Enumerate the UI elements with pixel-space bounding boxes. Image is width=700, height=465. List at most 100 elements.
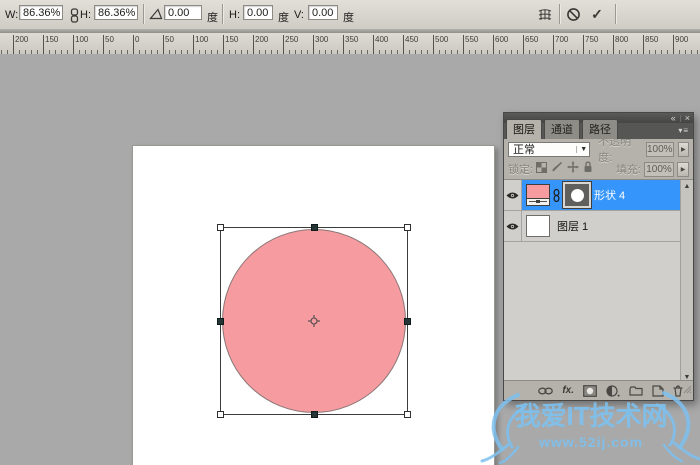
layer-list-scrollbar[interactable]: ▲ ▼	[680, 180, 693, 384]
ruler-tick-label: 200	[255, 35, 268, 44]
ruler-tick-label: 300	[315, 35, 328, 44]
delete-layer-icon[interactable]	[673, 385, 683, 397]
layer-row-layer1[interactable]: 图层 1	[504, 211, 680, 242]
ruler-major-tick	[403, 35, 404, 54]
transform-handle-n[interactable]	[311, 224, 318, 231]
ruler-major-tick	[523, 35, 524, 54]
ruler-major-tick	[463, 35, 464, 54]
ruler-major-tick	[13, 35, 14, 54]
lock-label: 锁定:	[508, 161, 533, 177]
ruler-tick-label: 500	[435, 35, 448, 44]
new-adjustment-layer-icon[interactable]	[606, 385, 620, 397]
tab-layers[interactable]: 图层	[506, 119, 542, 139]
ruler-tick-label: 100	[195, 35, 208, 44]
photoshop-window: W: H: 度 H: 度 V: 度 ✓ 20015010050050100150…	[0, 0, 700, 465]
ruler-major-tick	[313, 35, 314, 54]
separator	[143, 4, 144, 24]
ruler-major-tick	[343, 35, 344, 54]
transform-reference-point[interactable]	[308, 315, 321, 328]
link-layers-icon[interactable]	[538, 387, 553, 395]
h-skew-input[interactable]	[243, 5, 273, 20]
transform-handle-s[interactable]	[311, 411, 318, 418]
warp-mode-icon[interactable]	[536, 6, 554, 22]
dropdown-arrow-icon: ▼	[576, 146, 587, 153]
tab-channels[interactable]: 通道	[544, 119, 580, 139]
transform-handle-se[interactable]	[404, 411, 411, 418]
panel-menu-icon[interactable]: ▾≡	[678, 126, 689, 135]
blend-mode-value: 正常	[513, 141, 535, 157]
ruler-tick-label: 750	[585, 35, 598, 44]
width-input[interactable]	[19, 5, 63, 20]
close-panel-icon[interactable]: ×	[685, 114, 690, 123]
layer-name[interactable]: 图层 1	[557, 218, 588, 234]
horizontal-ruler[interactable]: 2001501005005010015020025030035040045050…	[0, 33, 700, 55]
height-input[interactable]	[94, 5, 138, 20]
transform-handle-sw[interactable]	[217, 411, 224, 418]
visibility-toggle[interactable]	[504, 180, 522, 210]
ruler-tick-label: 600	[495, 35, 508, 44]
collapse-panel-icon[interactable]: «	[671, 114, 676, 123]
ruler-tick-label: 450	[405, 35, 418, 44]
height-label: H:	[80, 9, 91, 21]
layer-thumbnail[interactable]	[526, 215, 550, 237]
tab-paths[interactable]: 路径	[582, 119, 618, 139]
blend-mode-select[interactable]: 正常 ▼	[508, 142, 590, 157]
ruler-tick-label: 800	[615, 35, 628, 44]
fill-layer-thumbnail[interactable]	[526, 184, 550, 206]
v-skew-unit-label: 度	[343, 9, 354, 25]
fill-label: 填充:	[616, 161, 641, 177]
ruler-major-tick	[103, 35, 104, 54]
panel-tab-bar: 图层 通道 路径 ▾≡	[504, 123, 693, 139]
separator	[222, 4, 223, 24]
transform-handle-w[interactable]	[217, 318, 224, 325]
panel-resize-grip[interactable]	[683, 381, 692, 399]
transform-handle-e[interactable]	[404, 318, 411, 325]
ruler-major-tick	[553, 35, 554, 54]
new-group-icon[interactable]	[629, 386, 643, 396]
lock-pixels-icon[interactable]	[551, 160, 563, 178]
eye-icon	[506, 191, 519, 200]
layer-row-shape4[interactable]: 形状 4	[504, 180, 680, 211]
rotate-angle-input[interactable]	[164, 5, 202, 20]
ruler-tick-label: 150	[225, 35, 238, 44]
ruler-major-tick	[133, 35, 134, 54]
h-skew-label: H:	[229, 9, 240, 21]
v-skew-input[interactable]	[308, 5, 338, 20]
lock-all-icon[interactable]	[583, 160, 593, 178]
ruler-major-tick	[643, 35, 644, 54]
ruler-major-tick	[673, 35, 674, 54]
fill-value[interactable]: 100%	[644, 162, 674, 177]
blend-mode-row: 正常 ▼ 不透明度: 100% ▶	[504, 139, 693, 159]
layer-name[interactable]: 形状 4	[594, 187, 625, 203]
cancel-transform-icon[interactable]	[564, 6, 582, 22]
transform-options-bar: W: H: 度 H: 度 V: 度 ✓	[0, 0, 700, 30]
ruler-major-tick	[193, 35, 194, 54]
layer-style-icon[interactable]: fx.	[562, 385, 574, 396]
ruler-major-tick	[433, 35, 434, 54]
ruler-tick-label: 50	[105, 35, 114, 44]
transform-bounding-box[interactable]	[220, 227, 408, 415]
ruler-major-tick	[613, 35, 614, 54]
transform-handle-ne[interactable]	[404, 224, 411, 231]
layers-panel: « × 图层 通道 路径 ▾≡ 正常 ▼ 不透明度: 100% ▶ 锁定:	[503, 112, 694, 401]
ruler-major-tick	[163, 35, 164, 54]
ruler-major-tick	[43, 35, 44, 54]
transform-handle-nw[interactable]	[217, 224, 224, 231]
commit-transform-icon[interactable]: ✓	[588, 6, 606, 22]
separator	[680, 115, 681, 122]
new-layer-icon[interactable]	[652, 385, 664, 397]
lock-transparency-icon[interactable]	[536, 160, 547, 178]
vector-mask-thumbnail[interactable]	[563, 182, 591, 208]
add-layer-mask-icon[interactable]	[583, 385, 597, 397]
visibility-toggle[interactable]	[504, 211, 522, 241]
v-skew-label: V:	[294, 9, 304, 21]
scroll-up-icon[interactable]: ▲	[684, 183, 691, 190]
separator	[615, 4, 616, 24]
opacity-value[interactable]: 100%	[646, 142, 674, 157]
fill-spinner-icon[interactable]: ▶	[677, 162, 689, 177]
ruler-tick-label: 250	[285, 35, 298, 44]
lock-position-icon[interactable]	[567, 160, 579, 178]
opacity-spinner-icon[interactable]: ▶	[678, 142, 689, 157]
layers-panel-bottom-bar: fx.	[504, 380, 693, 400]
h-skew-unit-label: 度	[278, 9, 289, 25]
